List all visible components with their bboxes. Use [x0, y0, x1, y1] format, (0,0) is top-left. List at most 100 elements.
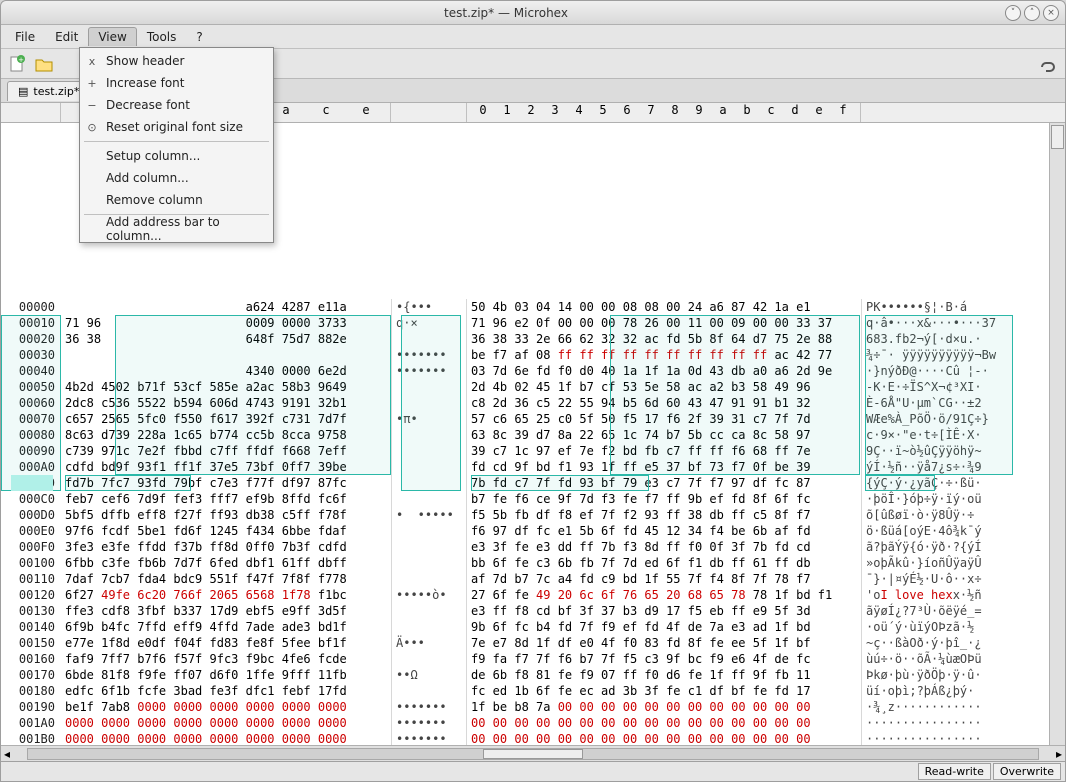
hex-bytes[interactable]: 36 38 33 2e 66 62 32 32 ac fd 5b 8f 64 d…	[467, 331, 861, 347]
hex-words[interactable]: c739 971c 7e2f fbbd c7ff ffdf f668 7eff	[61, 443, 391, 459]
ascii2[interactable]: ãÿøÍ¿?7³Ù·õëÿé_=	[861, 603, 1011, 619]
hex-words[interactable]: 4b2d 4502 b71f 53cf 585e a2ac 58b3 9649	[61, 379, 391, 395]
hex-words[interactable]: faf9 7ff7 b7f6 f57f 9fc3 f9bc 4fe6 fcde	[61, 651, 391, 667]
hex-words[interactable]: 8c63 d739 228a 1c65 b774 cc5b 8cca 9758	[61, 427, 391, 443]
ascii1[interactable]	[391, 571, 467, 587]
open-file-icon[interactable]	[33, 53, 55, 75]
menu-edit[interactable]: Edit	[45, 27, 88, 47]
ascii1[interactable]: Ä•••	[391, 635, 467, 651]
hex-bytes[interactable]: 39 c7 1c 97 ef 7e f2 bd fb c7 ff ff f6 6…	[467, 443, 861, 459]
maximize-icon[interactable]: ˄	[1024, 5, 1040, 21]
hex-row[interactable]: 000C0feb7 cef6 7d9f fef3 fff7 ef9b 8ffd …	[1, 491, 1065, 507]
hex-row[interactable]: 001406f9b b4fc 7ffd eff9 4ffd 7ade ade3 …	[1, 619, 1065, 635]
hex-words[interactable]: e77e 1f8d e0df f04f fd83 fe8f 5fee bf1f	[61, 635, 391, 651]
hex-words[interactable]: 3fe3 e3fe ffdd f37b ff8d 0ff0 7b3f cdfd	[61, 539, 391, 555]
hex-words[interactable]: ffe3 cdf8 3fbf b337 17d9 ebf5 e9ff 3d5f	[61, 603, 391, 619]
minimize-icon[interactable]: ˅	[1005, 5, 1021, 21]
menuitem-show-header[interactable]: xShow header	[80, 50, 273, 72]
hex-words[interactable]: 2dc8 c536 5522 b594 606d 4743 9191 32b1	[61, 395, 391, 411]
hex-bytes[interactable]: 7e e7 8d 1f df e0 4f f0 83 fd 8f fe ee 5…	[467, 635, 861, 651]
ascii2[interactable]: ·¾¸z············	[861, 699, 1011, 715]
hex-row[interactable]: 00040 4340 0000 6e2d•••••••03 7d 6e fd f…	[1, 363, 1065, 379]
ascii2[interactable]: 9Ç··ï~ò½ûÇÿÿöhÿ~	[861, 443, 1011, 459]
link-icon[interactable]	[1037, 53, 1059, 75]
close-icon[interactable]: ×	[1043, 5, 1059, 21]
menuitem-increase-font[interactable]: +Increase font	[80, 72, 273, 94]
ascii2[interactable]: ùú÷·ö··õÃ·¼ùæOÞü	[861, 651, 1011, 667]
hex-words[interactable]: fd7b 7fc7 93fd 79bf c7e3 f77f df97 87fc	[61, 475, 391, 491]
ascii2[interactable]: c·9×·"e·t÷[ÌÊ·X·	[861, 427, 1011, 443]
hex-row[interactable]: 000E097f6 fcdf 5be1 fd6f 1245 f434 6bbe …	[1, 523, 1065, 539]
hex-words[interactable]: 97f6 fcdf 5be1 fd6f 1245 f434 6bbe fdaf	[61, 523, 391, 539]
ascii1[interactable]	[391, 427, 467, 443]
ascii1[interactable]: •••••ò•	[391, 587, 467, 603]
hex-row[interactable]: 00130ffe3 cdf8 3fbf b337 17d9 ebf5 e9ff …	[1, 603, 1065, 619]
hex-row[interactable]: 00000 a624 4287 e11a•{•••50 4b 03 04 14 …	[1, 299, 1065, 315]
ascii1[interactable]	[391, 539, 467, 555]
hex-row[interactable]: 000808c63 d739 228a 1c65 b774 cc5b 8cca …	[1, 427, 1065, 443]
hex-row[interactable]: 0002036 38 648f 75d7 882e36 38 33 2e 66 …	[1, 331, 1065, 347]
ascii2[interactable]: ················	[861, 715, 1011, 731]
hex-bytes[interactable]: 00 00 00 00 00 00 00 00 00 00 00 00 00 0…	[467, 715, 861, 731]
hex-words[interactable]: feb7 cef6 7d9f fef3 fff7 ef9b 8ffd fc6f	[61, 491, 391, 507]
hex-row[interactable]: 00180edfc 6f1b fcfe 3bad fe3f dfc1 febf …	[1, 683, 1065, 699]
ascii1[interactable]: • •••••	[391, 507, 467, 523]
hex-bytes[interactable]: f5 5b fb df f8 ef 7f f2 93 ff 38 db ff c…	[467, 507, 861, 523]
hex-bytes[interactable]: 00 00 00 00 00 00 00 00 00 00 00 00 00 0…	[467, 731, 861, 745]
hex-bytes[interactable]: 03 7d 6e fd f0 d0 40 1a 1f 1a 0d 43 db a…	[467, 363, 861, 379]
hex-row[interactable]: 00190be1f 7ab8 0000 0000 0000 0000 0000 …	[1, 699, 1065, 715]
hex-words[interactable]: 5bf5 dffb eff8 f27f ff93 db38 c5ff f78f	[61, 507, 391, 523]
hex-row[interactable]: 001B00000 0000 0000 0000 0000 0000 0000 …	[1, 731, 1065, 745]
hex-bytes[interactable]: bb 6f fe c3 6b fb 7f 7d ed 6f f1 db ff 6…	[467, 555, 861, 571]
ascii2[interactable]: -K·E·÷ÏS^X¬¢³XI·	[861, 379, 1011, 395]
menuitem-reset-original-font-size[interactable]: ⊙Reset original font size	[80, 116, 273, 138]
ascii1[interactable]: •π•	[391, 411, 467, 427]
hex-row[interactable]: 000504b2d 4502 b71f 53cf 585e a2ac 58b3 …	[1, 379, 1065, 395]
hex-words[interactable]: 6fbb c3fe fb6b 7d7f 6fed dbf1 61ff dbff	[61, 555, 391, 571]
ascii1[interactable]	[391, 395, 467, 411]
hex-row[interactable]: 000602dc8 c536 5522 b594 606d 4743 9191 …	[1, 395, 1065, 411]
hex-row[interactable]: 00160faf9 7ff7 b7f6 f57f 9fc3 f9bc 4fe6 …	[1, 651, 1065, 667]
readwrite-toggle[interactable]: Read-write	[918, 763, 991, 780]
hex-bytes[interactable]: 27 6f fe 49 20 6c 6f 76 65 20 68 65 78 7…	[467, 587, 861, 603]
hex-row[interactable]: 000D05bf5 dffb eff8 f27f ff93 db38 c5ff …	[1, 507, 1065, 523]
hex-row[interactable]: 00030 •••••••be f7 af 08 ff ff ff ff ff …	[1, 347, 1065, 363]
ascii2[interactable]: ö·ßüá[oýE·4ô¾k¯ý	[861, 523, 1011, 539]
menuitem-setup-column-[interactable]: Setup column...	[80, 145, 273, 167]
hex-words[interactable]: 0000 0000 0000 0000 0000 0000 0000 0000	[61, 731, 391, 745]
ascii2[interactable]: ~ç··ßàOð·ý·þî_·¿	[861, 635, 1011, 651]
hex-bytes[interactable]: 7b fd c7 7f fd 93 bf 79 e3 c7 7f f7 97 d…	[467, 475, 861, 491]
hex-bytes[interactable]: f6 97 df fc e1 5b 6f fd 45 12 34 f4 be 6…	[467, 523, 861, 539]
menu-file[interactable]: File	[5, 27, 45, 47]
ascii2[interactable]: PK••••••§¦·B·á	[861, 299, 1011, 315]
hex-words[interactable]: 7daf 7cb7 fda4 bdc9 551f f47f 7f8f f778	[61, 571, 391, 587]
hex-bytes[interactable]: c8 2d 36 c5 22 55 94 b5 6d 60 43 47 91 9…	[467, 395, 861, 411]
tab-testzip[interactable]: ▤ test.zip*	[7, 81, 90, 101]
hex-bytes[interactable]: e3 ff f8 cd bf 3f 37 b3 d9 17 f5 eb ff e…	[467, 603, 861, 619]
hex-bytes[interactable]: fc ed 1b 6f fe ec ad 3b 3f fe c1 df bf f…	[467, 683, 861, 699]
ascii2[interactable]: È-6Å"U·µm`CG··±2	[861, 395, 1011, 411]
menuitem-add-column-[interactable]: Add column...	[80, 167, 273, 189]
ascii1[interactable]	[391, 603, 467, 619]
ascii1[interactable]	[391, 491, 467, 507]
ascii2[interactable]: »oþÃkû·}íoñÛÿaÿÛ	[861, 555, 1011, 571]
ascii2[interactable]: 'oI love hexx·½ñ	[861, 587, 1011, 603]
hex-words[interactable]: 6bde 81f8 f9fe ff07 d6f0 1ffe 9fff 11fb	[61, 667, 391, 683]
ascii1[interactable]	[391, 555, 467, 571]
hex-row[interactable]: 00150e77e 1f8d e0df f04f fd83 fe8f 5fee …	[1, 635, 1065, 651]
menu-tools[interactable]: Tools	[137, 27, 187, 47]
ascii2[interactable]: ·}nýðÐ@····Cû ¦-·	[861, 363, 1011, 379]
hex-words[interactable]: cdfd bd9f 93f1 ff1f 37e5 73bf 0ff7 39be	[61, 459, 391, 475]
ascii2[interactable]: ¯}·|¤ýÉ½·U·ô··x÷	[861, 571, 1011, 587]
ascii2[interactable]: üí·oþì­;?þÁß¿þý·	[861, 683, 1011, 699]
hex-bytes[interactable]: e3 3f fe e3 dd ff 7b f3 8d ff f0 0f 3f 7…	[467, 539, 861, 555]
ascii1[interactable]	[391, 651, 467, 667]
hex-bytes[interactable]: 57 c6 65 25 c0 5f 50 f5 17 f6 2f 39 31 c…	[467, 411, 861, 427]
hex-row[interactable]: 000F03fe3 e3fe ffdd f37b ff8d 0ff0 7b3f …	[1, 539, 1065, 555]
ascii1[interactable]	[391, 475, 467, 491]
horizontal-scrollbar[interactable]: ◂ ▸	[1, 745, 1065, 761]
hex-bytes[interactable]: af 7d b7 7c a4 fd c9 bd 1f 55 7f f4 8f 7…	[467, 571, 861, 587]
vertical-scrollbar[interactable]	[1049, 123, 1065, 745]
hex-words[interactable]: a624 4287 e11a	[61, 299, 391, 315]
hex-bytes[interactable]: 71 96 e2 0f 00 00 00 78 26 00 11 00 09 0…	[467, 315, 861, 331]
